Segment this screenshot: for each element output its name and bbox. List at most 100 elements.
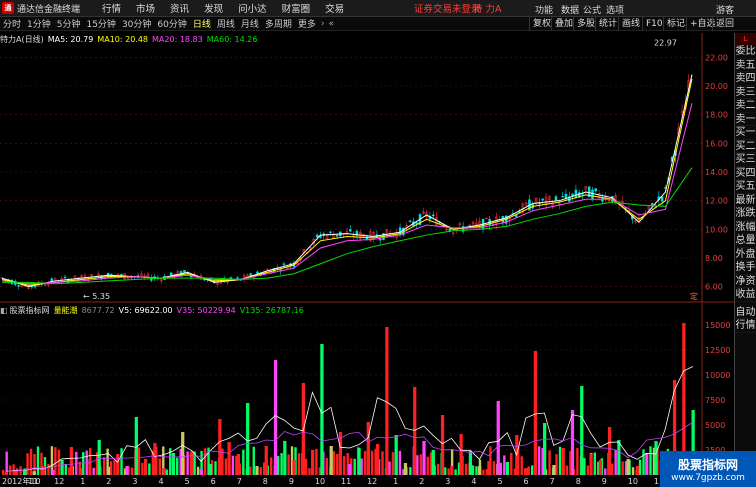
volume-bar: [499, 462, 503, 475]
period-day[interactable]: 日线: [193, 17, 211, 30]
volume-bar: [638, 459, 642, 475]
quote-field-6[interactable]: 买一: [735, 126, 756, 140]
volume-bar: [304, 458, 308, 475]
quote-field-7[interactable]: 买二: [735, 140, 756, 153]
quote-field-10[interactable]: 买五: [735, 180, 756, 194]
menu-ask[interactable]: 问小达: [238, 1, 267, 15]
quote-field-1[interactable]: 卖五: [735, 59, 756, 72]
period-month[interactable]: 月线: [241, 17, 259, 30]
volume-bar: [357, 448, 361, 475]
quote-field-19[interactable]: 自动: [735, 306, 756, 319]
volume-bar: [165, 469, 168, 475]
period-5min[interactable]: 5分钟: [57, 17, 81, 30]
volume-bar: [2, 469, 5, 475]
volume-bar: [227, 442, 231, 475]
price-axis-labels: 22.00 20.00 18.00 16.00 14.00 12.00 10.00 8.00 6…: [83, 38, 728, 301]
volume-bar: [487, 461, 491, 475]
quote-field-15[interactable]: 外盘: [735, 248, 756, 261]
quote-field-16[interactable]: 换手: [735, 261, 756, 275]
panel-tag[interactable]: L: [735, 33, 756, 45]
volume-bar: [437, 463, 440, 475]
volume-bar: [69, 447, 73, 475]
quote-field-8[interactable]: 买三: [735, 153, 756, 167]
quote-field-13[interactable]: 涨幅: [735, 221, 756, 234]
volume-bar: [611, 463, 614, 475]
volume-bar: [598, 460, 602, 475]
volume-bar: [51, 469, 55, 475]
menu-quotes[interactable]: 行情: [102, 1, 121, 15]
quote-field-17[interactable]: 净资: [735, 275, 756, 288]
menu-function[interactable]: 功能: [535, 3, 553, 16]
quote-field-11[interactable]: 最新: [735, 194, 756, 207]
menu-trade[interactable]: 交易: [325, 1, 344, 15]
volume-bar: [635, 466, 640, 475]
volume-bar: [654, 441, 658, 475]
date-axis-label: 10: [315, 477, 325, 486]
stats-button[interactable]: 统计: [595, 17, 620, 31]
volume-bar: [79, 468, 83, 475]
quote-field-18[interactable]: 收益: [735, 288, 756, 302]
volume-bar: [249, 466, 252, 475]
menu-wealth[interactable]: 财富圈: [282, 1, 311, 15]
volume-bar: [264, 446, 268, 475]
period-60min[interactable]: 60分钟: [157, 17, 186, 30]
quote-field-12[interactable]: 涨跌: [735, 207, 756, 221]
volume-bar: [443, 467, 447, 475]
mark-button[interactable]: 标记: [663, 17, 688, 31]
period-15min[interactable]: 15分钟: [86, 17, 115, 30]
menu-discover[interactable]: 发现: [204, 1, 223, 15]
volume-bar: [231, 455, 235, 475]
volume-bar: [388, 461, 391, 475]
quote-field-0[interactable]: 委比: [735, 45, 756, 59]
volume-bar: [176, 457, 179, 475]
quote-field-5[interactable]: 卖一: [735, 113, 756, 126]
period-30min[interactable]: 30分钟: [122, 17, 151, 30]
period-more[interactable]: 更多: [298, 17, 316, 30]
volume-bar: [530, 465, 534, 475]
date-axis-label: 12: [367, 477, 377, 486]
menu-options[interactable]: 选项: [606, 3, 624, 16]
draw-line-button[interactable]: 画线: [618, 17, 643, 31]
date-axis-label: 5: [185, 477, 190, 486]
volume-bar: [626, 459, 630, 475]
volume-bar: [548, 450, 551, 475]
volume-bar: [510, 452, 513, 475]
volume-bar: [26, 453, 29, 475]
menu-formula[interactable]: 公式: [583, 3, 601, 16]
period-multi[interactable]: 多周期: [265, 17, 292, 30]
quote-field-20[interactable]: 行情: [735, 319, 756, 333]
chart-canvas[interactable]: 22.0020.0018.0016.0014.0012.0010.008.006…: [0, 33, 734, 487]
menu-data[interactable]: 数据: [561, 3, 579, 16]
period-timeshare[interactable]: 分时: [3, 17, 21, 30]
login-warning[interactable]: 证券交易未登录: [414, 1, 481, 15]
collapse-icon[interactable]: «: [329, 19, 335, 29]
menu-market[interactable]: 市场: [136, 1, 155, 15]
date-axis-label: 8: [576, 477, 581, 486]
quote-field-2[interactable]: 卖四: [735, 72, 756, 86]
quote-field-3[interactable]: 卖三: [735, 86, 756, 99]
quote-side-panel: L 委比 卖五 卖四 卖三 卖二 卖一 买一 买二 买三 买四 买五 最新 涨跌 涨幅 总量 外盘 换手 净资 收益…: [734, 33, 756, 487]
volume-bar: [92, 467, 95, 475]
volume-bar: [171, 453, 176, 475]
volume-bar: [125, 466, 129, 475]
candle-body: [432, 214, 435, 217]
volume-bar: [292, 460, 296, 475]
quote-field-9[interactable]: 买四: [735, 167, 756, 180]
volume-bar: [431, 450, 435, 475]
volume-bar: [583, 458, 586, 475]
period-week[interactable]: 周线: [217, 17, 235, 30]
volume-bar: [143, 459, 148, 475]
quote-field-4[interactable]: 卖二: [735, 99, 756, 113]
app-name: 通达信金融终端: [17, 4, 81, 15]
period-1min[interactable]: 1分钟: [27, 17, 51, 30]
guest-user[interactable]: 游客: [716, 3, 734, 16]
back-button[interactable]: 返回: [712, 17, 737, 31]
volume-bar: [375, 444, 380, 475]
price-tick-label: 22.00: [705, 53, 728, 62]
volume-bar: [649, 446, 652, 475]
more-chevron-icon[interactable]: ›: [321, 19, 325, 29]
menu-news[interactable]: 资讯: [170, 1, 189, 15]
candle-body: [541, 198, 544, 201]
volume-bar: [589, 454, 593, 475]
quote-field-14[interactable]: 总量: [735, 234, 756, 248]
